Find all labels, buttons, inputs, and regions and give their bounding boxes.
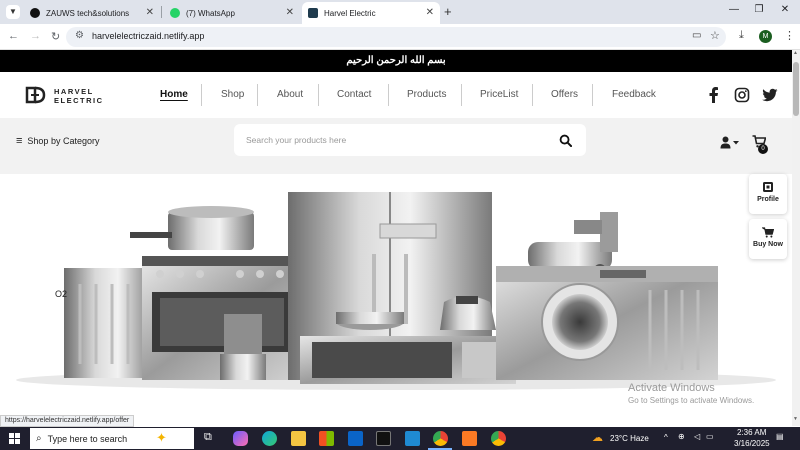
tab-zauws[interactable]: ZAUWS tech&solutions ✕ — [24, 2, 160, 24]
scrollbar-thumb[interactable] — [793, 62, 799, 116]
tab-whatsapp[interactable]: (7) WhatsApp ✕ — [164, 2, 300, 24]
close-window-icon[interactable]: ✕ — [778, 4, 792, 15]
install-app-icon[interactable]: ▭ — [692, 30, 701, 41]
search-icon: ⌕ — [36, 433, 42, 444]
battery-icon[interactable]: ▭ — [706, 432, 714, 441]
tab-search-dropdown-icon[interactable]: ▼ — [6, 5, 20, 19]
windows-taskbar: ⌕ Type here to search ✦ ⧉ ☁ 23°C Haze ^ … — [0, 427, 800, 450]
back-icon[interactable]: ← — [8, 30, 19, 42]
facebook-icon[interactable] — [706, 87, 722, 103]
address-bar[interactable]: ⚙ harvelelectriczaid.netlify.app ▭ ☆ — [66, 27, 726, 47]
clock-time[interactable]: 2:36 AM — [737, 428, 766, 437]
chrome-profile-app-icon[interactable] — [433, 431, 448, 446]
close-icon[interactable]: ✕ — [146, 7, 154, 18]
category-search-bar: ≡ Shop by Category 0 — [0, 118, 792, 174]
chrome-app-icon[interactable] — [491, 431, 506, 446]
tab-harvel-electric[interactable]: Harvel Electric ✕ — [302, 2, 440, 24]
whatsapp-favicon-icon — [170, 8, 180, 18]
page-scrollbar[interactable]: ▲ ▼ — [792, 50, 800, 426]
search-highlight-icon: ✦ — [156, 430, 167, 445]
search-box — [234, 124, 586, 156]
top-banner: بسم الله الرحمن الرحيم — [0, 50, 792, 72]
taskbar-search-input[interactable]: ⌕ Type here to search ✦ — [30, 428, 194, 449]
outlook-app-icon[interactable] — [348, 431, 363, 446]
search-input[interactable] — [246, 132, 546, 148]
profile-icon — [763, 182, 773, 192]
nav-products[interactable]: Products — [407, 89, 446, 100]
site-header: HARVEL ELECTRIC Home Shop About Contact … — [0, 72, 792, 118]
hero-label: O2 — [55, 289, 68, 299]
edge-app-icon[interactable] — [262, 431, 277, 446]
cart-count-badge: 0 — [758, 144, 768, 154]
nav-shop[interactable]: Shop — [221, 89, 244, 100]
site-info-icon[interactable]: ⚙ — [75, 30, 84, 41]
link-status-bubble: https://harvelelectriczaid.netlify.app/o… — [0, 415, 135, 427]
scroll-down-icon[interactable]: ▼ — [793, 416, 798, 422]
scroll-up-icon[interactable]: ▲ — [793, 50, 798, 56]
reload-icon[interactable]: ↻ — [51, 30, 60, 43]
weather-icon[interactable]: ☁ — [592, 431, 603, 444]
minimize-icon[interactable]: — — [727, 4, 741, 15]
network-icon[interactable]: ⊕ — [678, 432, 685, 441]
copilot-app-icon[interactable] — [233, 431, 248, 446]
profile-side-button[interactable]: Profile — [749, 174, 787, 214]
browser-tab-strip: ▼ ZAUWS tech&solutions ✕ (7) WhatsApp ✕ … — [0, 0, 800, 24]
nav-about[interactable]: About — [277, 89, 303, 100]
download-icon[interactable]: ⤓ — [739, 29, 744, 42]
url-text[interactable]: harvelelectriczaid.netlify.app — [92, 31, 204, 41]
buy-now-side-button[interactable]: Buy Now — [749, 219, 787, 259]
user-account-icon[interactable] — [720, 136, 740, 149]
forward-icon[interactable]: → — [30, 30, 41, 42]
task-view-icon[interactable]: ⧉ — [204, 431, 212, 444]
weather-text[interactable]: 23°C Haze — [610, 434, 649, 443]
nav-home[interactable]: Home — [160, 89, 188, 100]
profile-avatar[interactable]: M — [759, 30, 772, 43]
xampp-app-icon[interactable] — [462, 431, 477, 446]
hamburger-icon: ≡ — [16, 135, 23, 147]
vscode-app-icon[interactable] — [405, 431, 420, 446]
browser-toolbar: ← → ↻ ⚙ harvelelectriczaid.netlify.app ▭… — [0, 24, 800, 50]
nav-offers[interactable]: Offers — [551, 89, 578, 100]
close-icon[interactable]: ✕ — [426, 7, 434, 18]
show-hidden-icons-icon[interactable]: ^ — [664, 433, 668, 442]
logo-mark-icon[interactable] — [24, 84, 46, 106]
zauws-favicon-icon — [30, 8, 40, 18]
logo-text[interactable]: HARVEL ELECTRIC — [54, 87, 104, 105]
harvel-favicon-icon — [308, 8, 318, 18]
instagram-icon[interactable] — [734, 87, 750, 103]
nav-contact[interactable]: Contact — [337, 89, 371, 100]
shop-by-category-button[interactable]: ≡ Shop by Category — [16, 135, 99, 147]
file-explorer-icon[interactable] — [291, 431, 306, 446]
bookmark-star-icon[interactable]: ☆ — [710, 29, 720, 42]
volume-icon[interactable]: ◁ — [694, 432, 700, 441]
windows-start-icon[interactable] — [9, 433, 20, 444]
twitter-icon[interactable] — [762, 87, 778, 103]
nav-feedback[interactable]: Feedback — [612, 89, 656, 100]
new-tab-button[interactable]: + — [444, 4, 452, 19]
clock-date[interactable]: 3/16/2025 — [734, 439, 770, 448]
notifications-icon[interactable]: ▤ — [776, 432, 784, 441]
nav-pricelist[interactable]: PriceList — [480, 89, 518, 100]
close-icon[interactable]: ✕ — [286, 7, 294, 18]
terminal-app-icon[interactable] — [376, 431, 391, 446]
search-icon[interactable] — [559, 134, 572, 147]
activate-windows-watermark: Activate Windows Go to Settings to activ… — [628, 382, 755, 405]
cart-icon — [762, 227, 774, 238]
restore-icon[interactable]: ❐ — [752, 4, 766, 15]
microsoft-store-icon[interactable] — [319, 431, 334, 446]
menu-kebab-icon[interactable]: ⋮ — [784, 29, 795, 42]
